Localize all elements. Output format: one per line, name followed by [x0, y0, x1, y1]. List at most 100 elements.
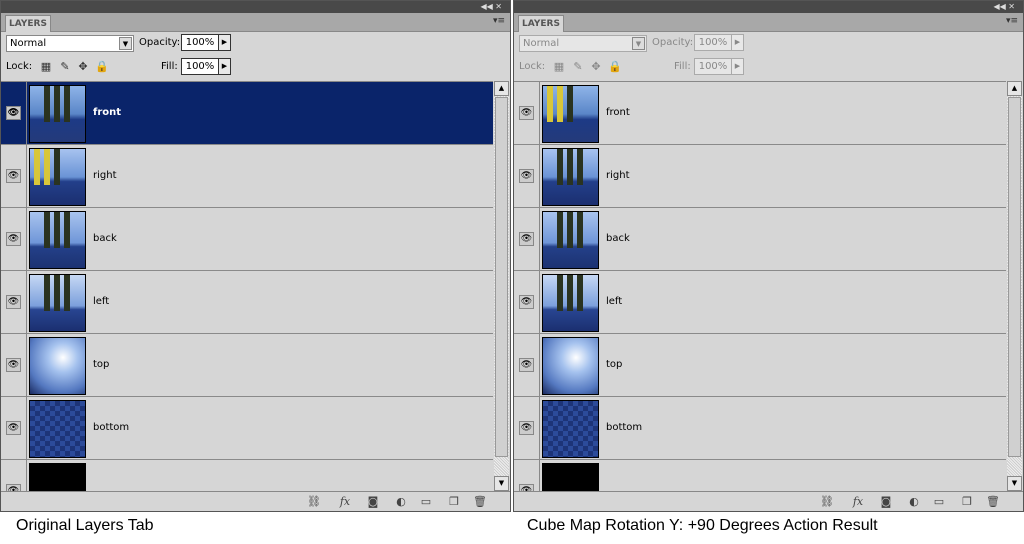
layer-row[interactable]: 👁 front — [1, 82, 493, 145]
fx-icon[interactable]: fx — [338, 495, 352, 508]
lock-pixels-icon[interactable]: ✎ — [572, 61, 584, 73]
layer-list: 👁 front 👁 right 👁 back 👁 left 👁 top 👁 bo… — [1, 81, 493, 491]
divider — [26, 208, 27, 270]
new-layer-icon[interactable]: ❐ — [447, 495, 461, 508]
layer-row[interactable]: 👁 back — [1, 208, 493, 271]
layer-row[interactable]: 👁 right — [514, 145, 1006, 208]
layer-row[interactable]: 👁 top — [514, 334, 1006, 397]
lock-all-icon[interactable]: 🔒 — [95, 61, 109, 73]
divider — [26, 271, 27, 333]
adjustment-layer-icon[interactable]: ◐ — [907, 495, 921, 508]
layer-name: top — [606, 359, 623, 370]
eye-icon[interactable]: 👁 — [6, 421, 21, 435]
layer-row[interactable]: 👁 bottom — [514, 397, 1006, 460]
fill-input[interactable]: 100% — [694, 58, 732, 75]
eye-icon[interactable]: 👁 — [6, 358, 21, 372]
layer-row[interactable]: 👁 left — [514, 271, 1006, 334]
link-layers-icon[interactable]: ⛓ — [820, 495, 834, 508]
divider — [26, 397, 27, 459]
panel-menu-icon[interactable]: ▾≡ — [1006, 16, 1018, 26]
layer-thumbnail — [542, 211, 599, 269]
opacity-slider-button[interactable]: ▶ — [731, 34, 744, 51]
layer-thumbnail — [542, 463, 599, 491]
layer-row[interactable]: 👁 top — [1, 334, 493, 397]
scroll-up-button[interactable]: ▲ — [494, 81, 509, 96]
lock-transparency-icon[interactable]: ▦ — [553, 61, 565, 73]
layer-row[interactable]: 👁 front — [514, 82, 1006, 145]
chevron-down-icon: ▼ — [632, 37, 645, 50]
blend-mode-select[interactable]: Normal ▼ — [519, 35, 647, 52]
scroll-up-button[interactable]: ▲ — [1007, 81, 1022, 96]
lock-pixels-icon[interactable]: ✎ — [59, 61, 71, 73]
eye-icon[interactable]: 👁 — [519, 295, 534, 309]
scroll-down-button[interactable]: ▼ — [1007, 476, 1022, 491]
layer-thumbnail — [542, 148, 599, 206]
eye-icon[interactable]: 👁 — [519, 358, 534, 372]
new-group-icon[interactable]: ▭ — [932, 495, 946, 508]
add-mask-icon[interactable]: ◙ — [366, 495, 380, 508]
eye-icon[interactable]: 👁 — [519, 106, 534, 120]
eye-icon[interactable]: 👁 — [519, 232, 534, 246]
new-group-icon[interactable]: ▭ — [419, 495, 433, 508]
layer-thumbnail — [29, 211, 86, 269]
fill-slider-button[interactable]: ▶ — [218, 58, 231, 75]
collapse-icon[interactable]: ◀◀ ✕ — [993, 2, 1015, 11]
chevron-down-icon: ▼ — [119, 37, 132, 50]
collapse-icon[interactable]: ◀◀ ✕ — [480, 2, 502, 11]
add-mask-icon[interactable]: ◙ — [879, 495, 893, 508]
new-layer-icon[interactable]: ❐ — [960, 495, 974, 508]
blend-mode-select[interactable]: Normal ▼ — [6, 35, 134, 52]
fx-icon[interactable]: fx — [851, 495, 865, 508]
trash-icon[interactable]: 🗑 — [986, 495, 1000, 508]
tab-layers[interactable]: LAYERS — [5, 15, 51, 32]
scroll-down-button[interactable]: ▼ — [494, 476, 509, 491]
adjustment-layer-icon[interactable]: ◐ — [394, 495, 408, 508]
lock-position-icon[interactable]: ✥ — [77, 61, 89, 73]
layer-name: bottom — [93, 422, 130, 433]
eye-icon[interactable]: 👁 — [519, 169, 534, 183]
eye-icon[interactable]: 👁 — [6, 169, 21, 183]
scroll-thumb[interactable] — [495, 97, 508, 457]
layer-row[interactable]: 👁 back — [514, 208, 1006, 271]
trash-icon[interactable]: 🗑 — [473, 495, 487, 508]
lock-transparency-icon[interactable]: ▦ — [40, 61, 52, 73]
scrollbar[interactable]: ▲ ▼ — [494, 81, 509, 491]
fill-input[interactable]: 100% — [181, 58, 219, 75]
eye-icon[interactable]: 👁 — [6, 295, 21, 309]
layer-name: back — [93, 233, 117, 244]
eye-icon[interactable]: 👁 — [519, 484, 534, 491]
panel-menu-icon[interactable]: ▾≡ — [493, 16, 505, 26]
divider — [539, 145, 540, 207]
scrollbar[interactable]: ▲ ▼ — [1007, 81, 1022, 491]
eye-icon[interactable]: 👁 — [6, 232, 21, 246]
opacity-slider-button[interactable]: ▶ — [218, 34, 231, 51]
lock-position-icon[interactable]: ✥ — [590, 61, 602, 73]
layer-row[interactable]: 👁 bottom — [1, 397, 493, 460]
lock-all-icon[interactable]: 🔒 — [608, 61, 622, 73]
layer-name: right — [606, 170, 630, 181]
layer-name: left — [93, 296, 110, 307]
layer-thumbnail — [29, 400, 86, 458]
fill-label: Fill: — [674, 61, 691, 72]
fill-slider-button[interactable]: ▶ — [731, 58, 744, 75]
panel-title-bar: ◀◀ ✕ — [1, 1, 510, 13]
layer-row[interactable]: 👁 left — [1, 271, 493, 334]
eye-icon[interactable]: 👁 — [6, 106, 21, 120]
opacity-input[interactable]: 100% — [694, 34, 732, 51]
divider — [539, 82, 540, 144]
link-layers-icon[interactable]: ⛓ — [307, 495, 321, 508]
layer-name: right — [93, 170, 117, 181]
scroll-thumb[interactable] — [1008, 97, 1021, 457]
lock-label: Lock: — [519, 61, 546, 72]
layers-panel-result: ◀◀ ✕ LAYERS ▾≡ Normal ▼ Opacity: 100% ▶ Lo… — [513, 0, 1024, 512]
opacity-input[interactable]: 100% — [181, 34, 219, 51]
layers-panel-original: ◀◀ ✕ LAYERS ▾≡ Normal ▼ Opacity: 100% ▶ Lo… — [0, 0, 511, 512]
layer-row[interactable]: 👁 Background — [1, 460, 493, 491]
layer-row[interactable]: 👁 right — [1, 145, 493, 208]
eye-icon[interactable]: 👁 — [6, 484, 21, 491]
layer-name: bottom — [606, 422, 643, 433]
eye-icon[interactable]: 👁 — [519, 421, 534, 435]
layer-thumbnail — [29, 274, 86, 332]
tab-layers[interactable]: LAYERS — [518, 15, 564, 32]
layer-row[interactable]: 👁 Background — [514, 460, 1006, 491]
